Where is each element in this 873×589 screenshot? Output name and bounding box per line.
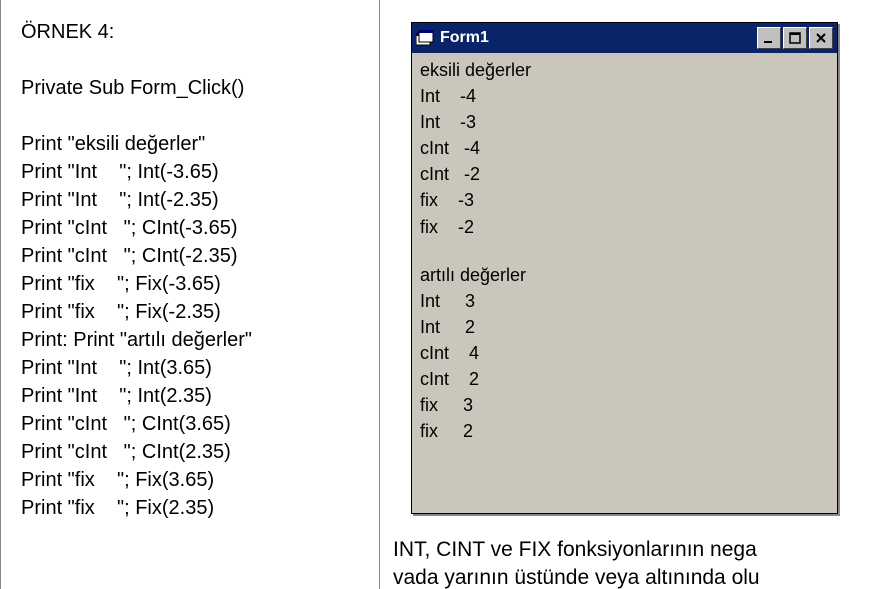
explanation-text: INT, CINT ve FIX fonksiyonlarının nega v… — [393, 536, 760, 589]
titlebar[interactable]: Form1 — [412, 23, 837, 53]
code-line: Print "Int "; Int(3.65) — [21, 354, 369, 382]
output-line: cInt -4 — [420, 135, 829, 161]
output-line: Int -3 — [420, 109, 829, 135]
code-line: Print "Int "; Int(2.35) — [21, 382, 369, 410]
left-column: ÖRNEK 4: Private Sub Form_Click() Print … — [0, 0, 380, 589]
code-line: Print "Int "; Int(-2.35) — [21, 186, 369, 214]
blank-line — [21, 102, 369, 130]
code-line: Print "fix "; Fix(-2.35) — [21, 298, 369, 326]
output-line: Int 2 — [420, 314, 829, 340]
page: ÖRNEK 4: Private Sub Form_Click() Print … — [0, 0, 873, 589]
output-line: fix 2 — [420, 418, 829, 444]
form-window: Form1 eksili değerler Int -4 Int — [411, 22, 838, 514]
explanation-line: vada yarının üstünde veya altınında olu — [393, 564, 760, 589]
output-header: eksili değerler — [420, 57, 829, 83]
code-line: Print "fix "; Fix(2.35) — [21, 494, 369, 522]
code-line: Print "cInt "; CInt(2.35) — [21, 438, 369, 466]
output-line: Int -4 — [420, 83, 829, 109]
code-line: Print "cInt "; CInt(-2.35) — [21, 242, 369, 270]
code-line: Print "cInt "; CInt(-3.65) — [21, 214, 369, 242]
blank-line — [21, 46, 369, 74]
output-line: cInt 2 — [420, 366, 829, 392]
code-line: Print "eksili değerler" — [21, 130, 369, 158]
sub-declaration: Private Sub Form_Click() — [21, 74, 369, 102]
code-line: Print "fix "; Fix(3.65) — [21, 466, 369, 494]
form-body[interactable]: eksili değerler Int -4 Int -3 cInt -4 cI… — [412, 53, 837, 444]
app-icon — [416, 30, 434, 46]
output-line: cInt -2 — [420, 161, 829, 187]
output-line: fix 3 — [420, 392, 829, 418]
right-column: Form1 eksili değerler Int -4 Int — [381, 0, 873, 589]
explanation-line: INT, CINT ve FIX fonksiyonlarının nega — [393, 536, 760, 564]
output-line: Int 3 — [420, 288, 829, 314]
output-header: artılı değerler — [420, 262, 829, 288]
window-title: Form1 — [440, 29, 757, 47]
close-button[interactable] — [809, 27, 833, 49]
window-buttons — [757, 27, 833, 49]
code-line: Print "cInt "; CInt(3.65) — [21, 410, 369, 438]
code-line: Print "Int "; Int(-3.65) — [21, 158, 369, 186]
code-line: Print "fix "; Fix(-3.65) — [21, 270, 369, 298]
maximize-button[interactable] — [783, 27, 807, 49]
code-listing: ÖRNEK 4: Private Sub Form_Click() Print … — [1, 0, 379, 522]
minimize-button[interactable] — [757, 27, 781, 49]
output-line: fix -2 — [420, 214, 829, 240]
output-line: fix -3 — [420, 187, 829, 213]
blank-line — [420, 240, 829, 262]
example-heading: ÖRNEK 4: — [21, 18, 369, 46]
code-line: Print: Print "artılı değerler" — [21, 326, 369, 354]
output-line: cInt 4 — [420, 340, 829, 366]
